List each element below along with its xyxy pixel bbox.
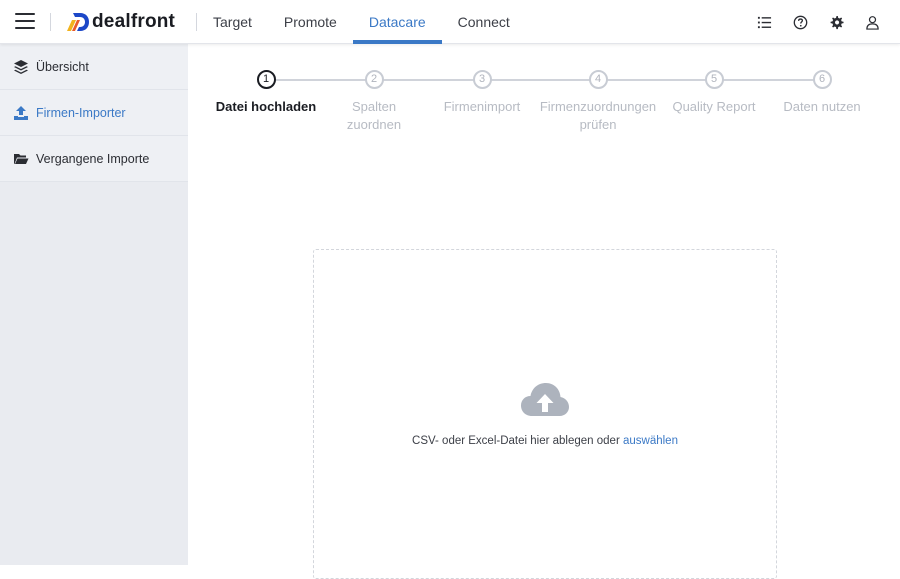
- sidebar-item-firmen-importer[interactable]: Firmen-Importer: [0, 90, 188, 136]
- sidebar-item-vergangene-importe[interactable]: Vergangene Importe: [0, 136, 188, 182]
- folder-open-icon: [14, 153, 29, 164]
- dealfront-logo[interactable]: dealfront: [66, 10, 175, 34]
- step-datei-hochladen[interactable]: 1 Datei hochladen: [201, 70, 331, 116]
- settings-icon[interactable]: [818, 4, 854, 40]
- step-firmenzuordnungen-pruefen[interactable]: 4 Firmenzuordnungen prüfen: [534, 70, 662, 134]
- import-stepper: 1 Datei hochladen 2 Spalten zuordnen 3 F…: [188, 44, 900, 154]
- step-number: 3: [472, 70, 492, 89]
- step-label: Datei hochladen: [215, 99, 317, 114]
- tab-promote[interactable]: Promote: [268, 0, 353, 44]
- step-number: 4: [588, 70, 608, 89]
- hamburger-menu-icon[interactable]: [15, 13, 35, 29]
- user-icon[interactable]: [854, 4, 890, 40]
- step-label: Firmenimport: [443, 99, 521, 114]
- step-label: Firmenzuordnungen prüfen: [539, 99, 657, 132]
- step-number: 1: [256, 70, 276, 89]
- help-icon[interactable]: [782, 4, 818, 40]
- step-number: 5: [704, 70, 724, 89]
- tab-connect[interactable]: Connect: [442, 0, 526, 44]
- sidebar-item-uebersicht[interactable]: Übersicht: [0, 44, 188, 90]
- select-file-link[interactable]: auswählen: [623, 435, 678, 447]
- list-icon[interactable]: [746, 4, 782, 40]
- logo-text: dealfront: [92, 11, 176, 32]
- sidebar-item-label: Vergangene Importe: [36, 151, 150, 166]
- header-divider: [50, 13, 51, 31]
- step-daten-nutzen[interactable]: 6 Daten nutzen: [757, 70, 887, 116]
- main-content: 1 Datei hochladen 2 Spalten zuordnen 3 F…: [188, 44, 900, 579]
- file-dropzone[interactable]: CSV- oder Excel-Datei hier ablegen oder …: [313, 249, 777, 579]
- layers-icon: [14, 59, 28, 74]
- upload-icon: [14, 105, 28, 120]
- step-label: Spalten zuordnen: [346, 99, 402, 132]
- top-bar: dealfront Target Promote Datacare Connec…: [0, 0, 900, 44]
- step-label: Daten nutzen: [783, 99, 861, 114]
- tab-target[interactable]: Target: [197, 0, 268, 44]
- dropzone-instructions: CSV- oder Excel-Datei hier ablegen oder …: [314, 435, 776, 447]
- step-spalten-zuordnen[interactable]: 2 Spalten zuordnen: [334, 70, 414, 134]
- dropzone-text: CSV- oder Excel-Datei hier ablegen oder: [412, 435, 620, 447]
- step-number: 2: [364, 70, 384, 89]
- tab-datacare[interactable]: Datacare: [352, 0, 442, 44]
- sidebar: Übersicht Firmen-Importer Vergangene Imp…: [0, 44, 188, 565]
- cloud-upload-icon: [521, 383, 569, 416]
- step-number: 6: [812, 70, 832, 89]
- dealfront-logo-icon: [67, 13, 89, 31]
- header-actions: [746, 0, 890, 44]
- sidebar-item-label: Übersicht: [36, 59, 89, 74]
- sidebar-item-label: Firmen-Importer: [36, 105, 126, 120]
- main-nav: Target Promote Datacare Connect: [197, 0, 526, 44]
- step-firmenimport[interactable]: 3 Firmenimport: [417, 70, 547, 116]
